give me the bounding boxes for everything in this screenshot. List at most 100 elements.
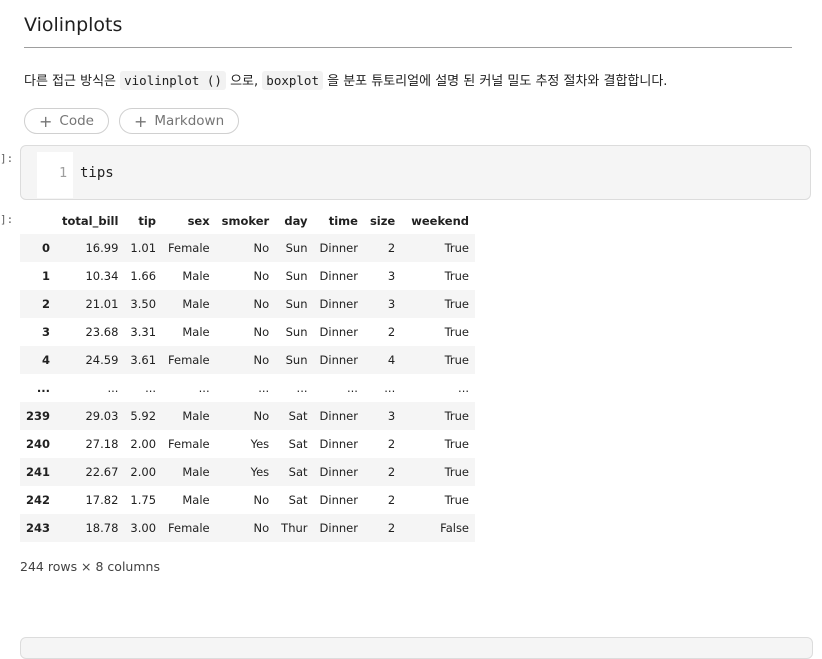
table-cell: Male bbox=[182, 493, 210, 507]
table-row: 239 29.03 5.92 Male No Sat Dinner 3 True bbox=[20, 402, 476, 430]
table-cell: 23.68 bbox=[85, 325, 119, 339]
code-cell-editor[interactable]: 1 tips bbox=[20, 145, 811, 200]
table-cell: Dinner bbox=[319, 409, 358, 423]
table-cell: Male bbox=[182, 409, 210, 423]
table-cell: Female bbox=[168, 437, 210, 451]
paragraph-text: 으로, bbox=[225, 74, 263, 89]
index-header bbox=[20, 208, 56, 234]
plus-icon: + bbox=[39, 111, 53, 131]
inline-code-boxplot: boxplot bbox=[262, 71, 323, 90]
table-cell: 2 bbox=[387, 521, 396, 535]
table-cell: Dinner bbox=[319, 493, 358, 507]
table-cell: Dinner bbox=[319, 465, 358, 479]
row-index: 2 bbox=[42, 297, 51, 311]
table-cell: No bbox=[253, 521, 270, 535]
table-cell: Female bbox=[168, 241, 210, 255]
table-cell: ... bbox=[107, 381, 119, 395]
table-cell: 2 bbox=[387, 325, 396, 339]
table-cell: 3 bbox=[387, 409, 396, 423]
table-cell: 16.99 bbox=[85, 241, 119, 255]
input-prompt: ]: bbox=[0, 152, 14, 165]
table-cell: Dinner bbox=[319, 297, 358, 311]
row-index: 239 bbox=[26, 409, 51, 423]
row-index: 1 bbox=[42, 269, 51, 283]
table-cell: Thur bbox=[281, 521, 308, 535]
table-cell: Dinner bbox=[319, 437, 358, 451]
table-cell: Dinner bbox=[319, 269, 358, 283]
table-cell: 1.66 bbox=[130, 269, 157, 283]
table-row: 4 24.59 3.61 Female No Sun Dinner 4 True bbox=[20, 346, 476, 374]
markdown-heading: Violinplots bbox=[24, 14, 792, 48]
table-cell: Sun bbox=[285, 241, 308, 255]
table-cell: No bbox=[253, 353, 270, 367]
table-cell: 10.34 bbox=[85, 269, 119, 283]
table-cell: 3.31 bbox=[130, 325, 157, 339]
table-cell: Dinner bbox=[319, 241, 358, 255]
table-cell: True bbox=[444, 325, 470, 339]
table-header-row: total_bill tip sex smoker day time size … bbox=[20, 208, 475, 234]
next-code-cell[interactable] bbox=[20, 637, 813, 659]
row-index: 241 bbox=[26, 465, 51, 479]
table-cell: Sat bbox=[288, 409, 308, 423]
table-cell: Yes bbox=[250, 437, 270, 451]
table-cell: No bbox=[253, 493, 270, 507]
table-cell: Sun bbox=[285, 269, 308, 283]
table-row: 1 10.34 1.66 Male No Sun Dinner 3 True bbox=[20, 262, 475, 290]
table-row: 3 23.68 3.31 Male No Sun Dinner 2 True bbox=[20, 318, 475, 346]
table-cell: 2 bbox=[387, 493, 396, 507]
paragraph-text: 을 분포 튜토리얼에 설명 된 커널 밀도 추정 절차와 결합합니다. bbox=[322, 74, 668, 89]
table-cell: True bbox=[444, 493, 470, 507]
table-cell: Female bbox=[168, 353, 210, 367]
output-prompt: ]: bbox=[0, 213, 14, 226]
table-cell: 5.92 bbox=[130, 409, 157, 423]
table-cell: 2.00 bbox=[130, 465, 157, 479]
column-header: size bbox=[369, 214, 396, 228]
table-cell: ... bbox=[258, 381, 270, 395]
table-row: ........................... bbox=[20, 374, 475, 402]
table-row: 243 18.78 3.00 Female No Thur Dinner 2 False bbox=[20, 514, 476, 542]
table-cell: No bbox=[253, 409, 270, 423]
table-cell: 2 bbox=[387, 241, 396, 255]
table-cell: ... bbox=[458, 381, 470, 395]
line-number: 1 bbox=[59, 165, 68, 181]
code-text: tips bbox=[80, 165, 114, 181]
table-cell: 1.01 bbox=[130, 241, 157, 255]
table-cell: True bbox=[444, 465, 470, 479]
column-header: weekend bbox=[411, 214, 470, 228]
column-header: time bbox=[328, 214, 358, 228]
table-row: 0 16.99 1.01 Female No Sun Dinner 2 True bbox=[20, 234, 476, 262]
line-number-gutter bbox=[37, 152, 73, 198]
add-markdown-cell-button[interactable]: + Markdown bbox=[119, 108, 240, 134]
table-cell: Male bbox=[182, 297, 210, 311]
table-cell: ... bbox=[145, 381, 157, 395]
table-cell: Sun bbox=[285, 297, 308, 311]
table-cell: 3 bbox=[387, 297, 396, 311]
table-cell: ... bbox=[384, 381, 396, 395]
table-cell: No bbox=[253, 269, 270, 283]
table-cell: 29.03 bbox=[85, 409, 119, 423]
table-row: 242 17.82 1.75 Male No Sat Dinner 2 True bbox=[20, 486, 475, 514]
row-index: 240 bbox=[26, 437, 51, 451]
column-header: sex bbox=[187, 214, 210, 228]
column-header: smoker bbox=[221, 214, 270, 228]
table-cell: Male bbox=[182, 269, 210, 283]
table-cell: No bbox=[253, 297, 270, 311]
table-cell: 3.00 bbox=[130, 521, 157, 535]
table-cell: ... bbox=[296, 381, 308, 395]
row-index: 3 bbox=[42, 325, 51, 339]
table-cell: Dinner bbox=[319, 521, 358, 535]
column-header: total_bill bbox=[62, 214, 119, 228]
add-code-cell-button[interactable]: + Code bbox=[24, 108, 109, 134]
table-cell: Sat bbox=[288, 437, 308, 451]
dataframe-table: total_bill tip sex smoker day time size … bbox=[20, 208, 476, 542]
table-cell: 2.00 bbox=[130, 437, 157, 451]
table-cell: Male bbox=[182, 325, 210, 339]
table-cell: Male bbox=[182, 465, 210, 479]
table-cell: 21.01 bbox=[85, 297, 119, 311]
table-cell: Sat bbox=[288, 465, 308, 479]
table-cell: Sun bbox=[285, 353, 308, 367]
inline-code-violinplot: violinplot () bbox=[120, 71, 226, 90]
column-header: day bbox=[284, 214, 308, 228]
table-cell: True bbox=[444, 437, 470, 451]
table-cell: ... bbox=[198, 381, 210, 395]
